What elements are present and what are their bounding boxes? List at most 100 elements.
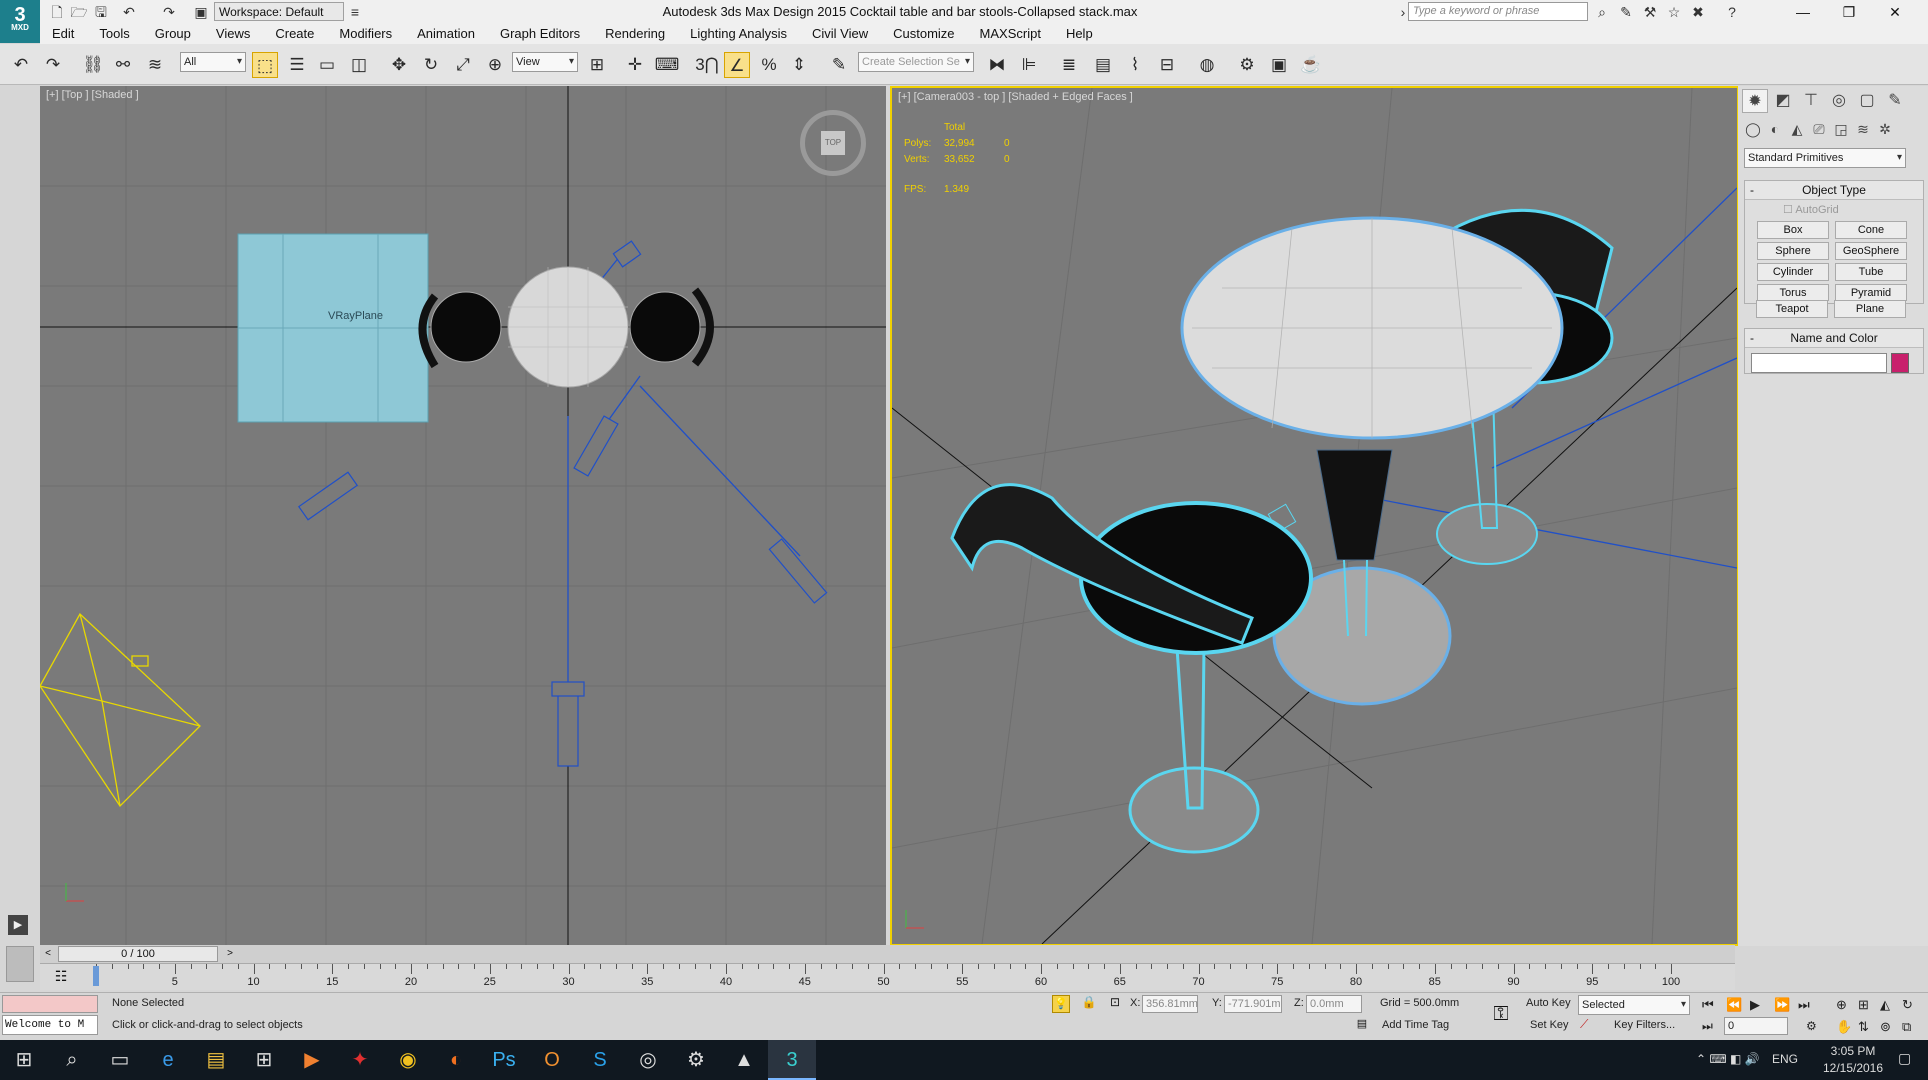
name-color-header[interactable]: - Name and Color <box>1745 329 1923 348</box>
open-file-icon[interactable]: 🗁 <box>70 3 88 21</box>
percent-snap-icon[interactable]: % <box>756 52 782 78</box>
cylinder-button[interactable]: Cylinder <box>1757 263 1829 281</box>
viewport-top[interactable]: [+] [Top ] [Shaded ] VRayPlane TOP <box>40 86 886 946</box>
viewcube-face[interactable]: TOP <box>821 131 845 155</box>
photos-icon[interactable]: ▲ <box>720 1040 768 1080</box>
key-mode-dropdown[interactable]: Selected <box>1578 995 1690 1015</box>
store-icon[interactable]: ⊞ <box>240 1040 288 1080</box>
menu-rendering[interactable]: Rendering <box>593 24 678 44</box>
media-player-icon[interactable]: ▶ <box>288 1040 336 1080</box>
close-button[interactable]: ✕ <box>1872 0 1918 24</box>
manipulate-icon[interactable]: ✛ <box>622 52 648 78</box>
skype-icon[interactable]: S <box>576 1040 624 1080</box>
menu-graph-editors[interactable]: Graph Editors <box>488 24 593 44</box>
tray-icons[interactable]: ⌃ ⌨ ◧ 🔊 <box>1696 1052 1760 1066</box>
track-bar[interactable]: ☷ 05101520253035404550556065707580859095… <box>40 963 1735 990</box>
systems-icon[interactable]: ✲ <box>1874 118 1896 140</box>
save-icon[interactable]: 🖫 <box>92 3 110 21</box>
subscription-icon[interactable]: ✎ <box>1616 3 1636 21</box>
maximize-button[interactable]: ❐ <box>1826 0 1872 24</box>
tube-button[interactable]: Tube <box>1835 263 1907 281</box>
menu-civil-view[interactable]: Civil View <box>800 24 881 44</box>
windows-start-icon[interactable]: ⊞ <box>0 1040 48 1080</box>
set-key-button[interactable]: Set Key <box>1530 1019 1569 1031</box>
pyramid-button[interactable]: Pyramid <box>1835 284 1907 301</box>
selection-filter-dropdown[interactable]: All <box>180 52 246 72</box>
render-teapot-icon[interactable]: ☕ <box>1298 52 1324 78</box>
viewport-top-label[interactable]: [+] [Top ] [Shaded ] <box>46 89 139 101</box>
rectangular-selection-icon[interactable]: ▭ <box>314 52 340 78</box>
outlook-icon[interactable]: O <box>528 1040 576 1080</box>
new-file-icon[interactable]: 🗋 <box>48 3 66 21</box>
task-view-icon[interactable]: ▭ <box>96 1040 144 1080</box>
truck-camera-icon[interactable]: ✋ <box>1836 1019 1852 1035</box>
cone-button[interactable]: Cone <box>1835 221 1907 239</box>
absolute-mode-icon[interactable]: ⊡ <box>1106 995 1124 1013</box>
project-folder-icon[interactable]: ▣ <box>192 3 210 21</box>
window-crossing-icon[interactable]: ◫ <box>346 52 372 78</box>
add-time-tag-button[interactable]: Add Time Tag <box>1382 1019 1449 1031</box>
menu-edit[interactable]: Edit <box>40 24 87 44</box>
language-indicator[interactable]: ENG <box>1772 1052 1798 1066</box>
time-configuration-icon[interactable]: ⚙ <box>1806 1019 1817 1033</box>
file-explorer-icon[interactable]: ▤ <box>192 1040 240 1080</box>
plane-button[interactable]: Plane <box>1834 300 1906 318</box>
torus-button[interactable]: Torus <box>1757 284 1829 301</box>
auto-key-button[interactable]: Auto Key <box>1526 997 1571 1009</box>
bind-space-warp-icon[interactable]: ≋ <box>142 52 168 78</box>
menu-group[interactable]: Group <box>143 24 204 44</box>
isolate-selection-icon[interactable]: 💡 <box>1052 995 1070 1013</box>
track-bar-menu-icon[interactable]: ☷ <box>50 968 72 986</box>
stool-left-seat[interactable] <box>430 291 502 363</box>
maximize-viewport-icon[interactable]: ⧉ <box>1902 1019 1911 1035</box>
sphere-button[interactable]: Sphere <box>1757 242 1829 260</box>
minimize-button[interactable]: — <box>1780 0 1826 24</box>
move-icon[interactable]: ✥ <box>386 52 412 78</box>
viewcube[interactable]: TOP <box>800 110 866 176</box>
app-target-icon[interactable]: ◎ <box>624 1040 672 1080</box>
go-to-end-icon[interactable]: ⏭ <box>1798 997 1810 1013</box>
menu-help[interactable]: Help <box>1054 24 1106 44</box>
orbit-icon[interactable]: ↻ <box>1902 997 1913 1013</box>
app-tools-icon[interactable]: ⚙ <box>672 1040 720 1080</box>
exchange-icon[interactable]: ✖ <box>1688 3 1708 21</box>
go-to-start-icon[interactable]: ⏮ <box>1702 997 1714 1013</box>
snaps-toggle[interactable]: 3⋂ <box>694 52 720 78</box>
menu-views[interactable]: Views <box>204 24 263 44</box>
set-key-key-icon[interactable]: ⚿ <box>1486 1003 1516 1027</box>
maxscript-mini-listener-top[interactable] <box>2 995 98 1013</box>
link-icon[interactable]: ⛓ <box>80 52 106 78</box>
current-frame-marker[interactable] <box>93 966 99 986</box>
zoom-all-icon[interactable]: ⊞ <box>1858 997 1869 1013</box>
named-selection-dropdown[interactable]: Create Selection Se <box>858 52 974 72</box>
viewport-layout-play-icon[interactable]: ▶ <box>8 915 28 935</box>
key-mode-toggle-icon[interactable]: ⏭ <box>1702 1019 1713 1034</box>
undo-icon[interactable]: ↶ <box>8 52 34 78</box>
keyword-search-input[interactable]: Type a keyword or phrase <box>1408 2 1588 21</box>
place-icon[interactable]: ⊕ <box>482 52 508 78</box>
object-type-header[interactable]: - Object Type <box>1745 181 1923 200</box>
communication-icon[interactable]: ⚒ <box>1640 3 1660 21</box>
shapes-icon[interactable]: ◐ <box>1764 118 1786 140</box>
viewport-camera[interactable]: [+] [Camera003 - top ] [Shaded + Edged F… <box>890 86 1739 946</box>
redo-icon[interactable]: ↷ <box>40 52 66 78</box>
align-icon[interactable]: ⊫ <box>1016 52 1042 78</box>
object-color-swatch[interactable] <box>1891 353 1909 373</box>
notification-icon[interactable]: ▢ <box>1898 1050 1911 1067</box>
previous-frame-icon[interactable]: ⏪ <box>1726 997 1742 1013</box>
time-tag-icon[interactable]: ▤ <box>1354 1017 1370 1033</box>
primitive-category-dropdown[interactable]: Standard Primitives <box>1744 148 1906 168</box>
menu-customize[interactable]: Customize <box>881 24 967 44</box>
next-frame-icon[interactable]: > <box>224 946 236 962</box>
curve-editor-icon[interactable]: ⌇ <box>1122 52 1148 78</box>
space-warps-icon[interactable]: ≋ <box>1852 118 1874 140</box>
menu-lighting-analysis[interactable]: Lighting Analysis <box>678 24 800 44</box>
toggle-ribbon-icon[interactable]: ▤ <box>1090 52 1116 78</box>
rendered-frame-icon[interactable]: ▣ <box>1266 52 1292 78</box>
teapot-button[interactable]: Teapot <box>1756 300 1828 318</box>
app-logo[interactable]: 3 MXD <box>0 0 40 43</box>
prev-frame-icon[interactable]: < <box>42 946 54 962</box>
box-button[interactable]: Box <box>1757 221 1829 239</box>
undo-icon[interactable]: ↶ <box>120 3 138 21</box>
x-coord-field[interactable]: 356.81mm <box>1142 995 1198 1013</box>
